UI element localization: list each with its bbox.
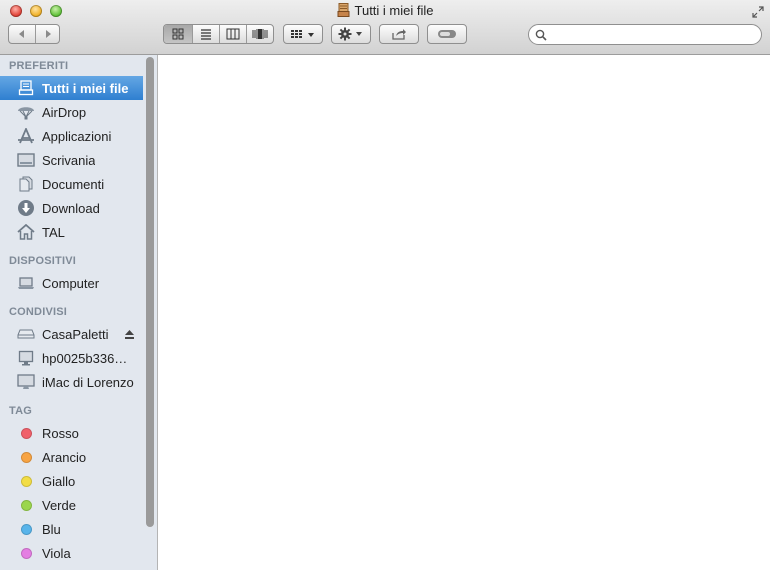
forward-button[interactable]: [35, 25, 60, 43]
imac-icon: [16, 373, 36, 391]
sidebar-item-all-my-files[interactable]: Tutti i miei file: [0, 76, 143, 100]
section-title-shared: CONDIVISI: [9, 306, 68, 318]
window-title-bar: Tutti i miei file: [0, 3, 770, 20]
window-toolbar: Tutti i miei file: [0, 0, 770, 55]
share-seg: [380, 25, 418, 43]
sidebar-item-label: Scrivania: [42, 152, 96, 168]
file-browser-content[interactable]: [158, 55, 770, 570]
share-button[interactable]: [379, 24, 419, 44]
desktop-icon: [16, 151, 36, 169]
sidebar-item-label: Blu: [42, 521, 61, 537]
home-icon: [16, 223, 36, 241]
list-view-button[interactable]: [192, 25, 219, 43]
sidebar-item-label: Computer: [42, 275, 100, 291]
icon-view-icon: [172, 28, 184, 40]
sidebar: PREFERITI Tutti i miei file AirDrop Appl…: [0, 55, 158, 570]
sidebar-item-computer[interactable]: Computer: [0, 271, 143, 295]
sidebar-item-label: Applicazioni: [42, 128, 112, 144]
tag-color-dot: [20, 451, 32, 463]
nav-buttons: [8, 24, 60, 44]
tag-color-dot: [20, 499, 32, 511]
sidebar-item-label: Tutti i miei file: [42, 80, 129, 96]
tags-seg: [428, 25, 466, 43]
sidebar-item-label: Verde: [42, 497, 76, 513]
tag-dot-icon: [16, 496, 36, 514]
search-field[interactable]: [528, 24, 762, 45]
sidebar-item-label: Rosso: [42, 425, 79, 441]
arrange-grid-icon: [291, 30, 314, 38]
sidebar-item-documents[interactable]: Documenti: [0, 172, 143, 196]
sidebar-item-label: CasaPaletti: [42, 326, 109, 342]
view-mode-control: [163, 24, 274, 44]
tag-dot-icon: [16, 520, 36, 538]
sidebar-item-applications[interactable]: Applicazioni: [0, 124, 143, 148]
sidebar-item-label: Arancio: [42, 449, 87, 465]
section-title-favorites: PREFERITI: [9, 60, 69, 72]
sidebar-item-label: Documenti: [42, 176, 105, 192]
sidebar-scrollbar[interactable]: [146, 57, 154, 527]
cover-flow-view-icon: [252, 29, 268, 39]
tag-color-dot: [20, 475, 32, 487]
sidebar-item-hp-device[interactable]: hp0025b336…: [0, 346, 143, 370]
icon-view-button[interactable]: [164, 25, 192, 43]
sidebar-item-label: Giallo: [42, 473, 76, 489]
sidebar-item-label: iMac di Lorenzo: [42, 374, 134, 390]
tag-dot-icon: [16, 544, 36, 562]
sidebar-tag-rosso[interactable]: Rosso: [0, 421, 143, 445]
documents-icon: [16, 175, 36, 193]
tag-dot-icon: [16, 424, 36, 442]
window-title: Tutti i miei file: [354, 3, 434, 18]
applications-icon: [16, 127, 36, 145]
tag-toggle-icon: [438, 30, 456, 38]
tag-color-dot: [20, 547, 32, 559]
all-my-files-icon: [337, 3, 350, 20]
sidebar-tag-arancio[interactable]: Arancio: [0, 445, 143, 469]
tags-button[interactable]: [427, 24, 467, 44]
eject-icon[interactable]: [124, 328, 135, 343]
forward-arrow-icon: [46, 30, 51, 38]
tag-dot-icon: [16, 472, 36, 490]
list-view-icon: [201, 29, 211, 40]
sidebar-item-casapaletti[interactable]: CasaPaletti: [0, 322, 143, 346]
column-view-icon: [226, 28, 240, 40]
fullscreen-icon[interactable]: [752, 5, 764, 18]
action-seg: [332, 25, 370, 43]
sidebar-item-label: Download: [42, 200, 100, 216]
column-view-button[interactable]: [219, 25, 246, 43]
monitor-icon: [16, 349, 36, 367]
tag-dot-icon: [16, 448, 36, 466]
airdrop-icon: [16, 103, 36, 121]
sidebar-item-imac-lorenzo[interactable]: iMac di Lorenzo: [0, 370, 143, 394]
back-button[interactable]: [9, 25, 35, 43]
sidebar-tag-giallo[interactable]: Giallo: [0, 469, 143, 493]
sidebar-item-label: TAL: [42, 224, 65, 240]
search-icon: [535, 29, 547, 41]
server-icon: [16, 325, 36, 343]
laptop-icon: [16, 274, 36, 292]
arrange-button[interactable]: [283, 24, 323, 44]
search-input[interactable]: [551, 26, 755, 45]
back-arrow-icon: [19, 30, 24, 38]
all-my-files-icon: [16, 79, 36, 97]
action-button[interactable]: [331, 24, 371, 44]
sidebar-item-label: AirDrop: [42, 104, 87, 120]
tag-color-dot: [20, 523, 32, 535]
tag-color-dot: [20, 427, 32, 439]
arrange-seg: [284, 25, 322, 43]
sidebar-tag-viola[interactable]: Viola: [0, 541, 143, 565]
share-icon: [392, 29, 406, 40]
sidebar-tag-blu[interactable]: Blu: [0, 517, 143, 541]
section-title-tags: TAG: [9, 405, 33, 417]
sidebar-item-home[interactable]: TAL: [0, 220, 143, 244]
sidebar-tag-verde[interactable]: Verde: [0, 493, 143, 517]
sidebar-item-desktop[interactable]: Scrivania: [0, 148, 143, 172]
cover-flow-view-button[interactable]: [246, 25, 273, 43]
sidebar-item-label: Viola: [42, 545, 71, 561]
download-icon: [16, 199, 36, 217]
sidebar-item-download[interactable]: Download: [0, 196, 143, 220]
sidebar-item-airdrop[interactable]: AirDrop: [0, 100, 143, 124]
sidebar-item-label: hp0025b336…: [42, 350, 128, 366]
gear-icon: [338, 27, 362, 41]
section-title-devices: DISPOSITIVI: [9, 255, 76, 267]
